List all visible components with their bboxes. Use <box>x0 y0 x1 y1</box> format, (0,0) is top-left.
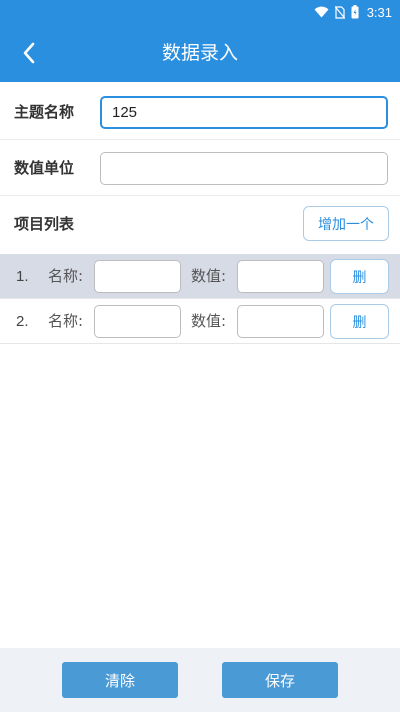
chevron-left-icon <box>23 42 35 64</box>
item-list-header: 项目列表 增加一个 <box>0 196 400 252</box>
item-name-label: 名称: <box>48 312 84 330</box>
battery-icon <box>351 5 359 19</box>
list-item[interactable]: 1. 名称: 数值: 删 <box>0 254 400 299</box>
item-index: 1. <box>16 268 29 285</box>
unit-input[interactable] <box>100 152 388 185</box>
topic-row: 主题名称 <box>0 84 400 140</box>
add-item-button[interactable]: 增加一个 <box>303 206 389 241</box>
item-value-label: 数值: <box>191 312 227 330</box>
clear-button[interactable]: 清除 <box>62 662 178 698</box>
item-value-input[interactable] <box>237 260 324 293</box>
item-name-label: 名称: <box>48 267 84 285</box>
footer-bar: 清除 保存 <box>0 648 400 712</box>
wifi-icon <box>314 6 329 18</box>
item-value-input[interactable] <box>237 305 324 338</box>
delete-item-button[interactable]: 删 <box>330 304 389 339</box>
status-time: 3:31 <box>366 4 392 20</box>
app-bar: 数据录入 <box>0 24 400 82</box>
status-icons: 3:31 <box>314 3 392 21</box>
item-index: 2. <box>16 313 29 330</box>
item-name-input[interactable] <box>94 260 181 293</box>
back-button[interactable] <box>14 38 44 68</box>
unit-row: 数值单位 <box>0 140 400 196</box>
item-value-label: 数值: <box>191 267 227 285</box>
no-sim-icon <box>334 5 345 19</box>
item-list-label: 项目列表 <box>14 215 75 233</box>
topic-label: 主题名称 <box>14 103 75 121</box>
topic-input[interactable] <box>100 96 388 129</box>
item-name-input[interactable] <box>94 305 181 338</box>
unit-label: 数值单位 <box>14 159 75 177</box>
save-button[interactable]: 保存 <box>222 662 338 698</box>
status-bar: 3:31 <box>0 0 400 24</box>
list-item[interactable]: 2. 名称: 数值: 删 <box>0 299 400 344</box>
delete-item-button[interactable]: 删 <box>330 259 389 294</box>
page-title: 数据录入 <box>161 42 238 64</box>
